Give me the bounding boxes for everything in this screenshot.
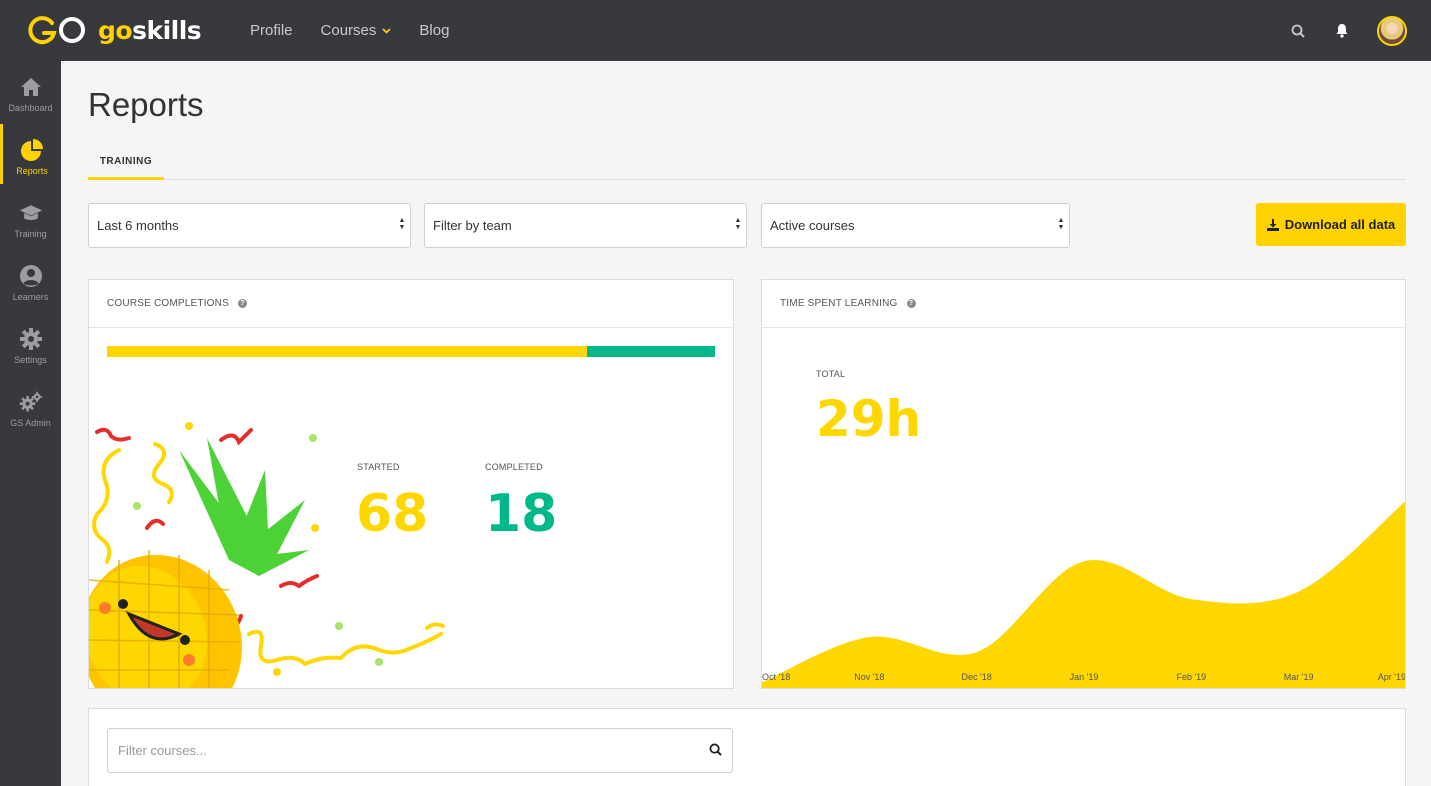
period-select[interactable]: Last 6 months ▲ ▼ xyxy=(88,203,411,248)
nav-courses-label: Courses xyxy=(320,22,377,39)
nav-profile-label: Profile xyxy=(250,22,293,39)
team-select[interactable]: Filter by team ▲ ▼ xyxy=(424,203,747,248)
graduation-cap-icon xyxy=(19,201,43,225)
avatar[interactable] xyxy=(1377,15,1407,46)
sidebar-item-learners[interactable]: Learners xyxy=(0,250,61,310)
progress-completed-segment xyxy=(587,346,715,357)
sidebar-item-dashboard[interactable]: Dashboard xyxy=(0,61,61,121)
x-tick-label: Dec '18 xyxy=(962,672,992,682)
filter-courses-input[interactable]: Filter courses... xyxy=(107,728,733,773)
main-nav: Profile Courses Blog xyxy=(250,0,477,61)
sidebar-item-label: Dashboard xyxy=(8,103,53,113)
search-icon[interactable] xyxy=(1289,22,1307,40)
filter-courses-placeholder: Filter courses... xyxy=(118,743,207,758)
course-completions-header: COURSE COMPLETIONS ? xyxy=(89,280,733,328)
completion-progress-bar xyxy=(107,346,715,357)
completed-label: COMPLETED xyxy=(485,462,543,472)
sidebar-item-label: Training xyxy=(14,229,47,239)
progress-started-segment xyxy=(107,346,587,357)
x-tick-label: Mar '19 xyxy=(1284,672,1314,682)
started-label: STARTED xyxy=(357,462,400,472)
select-arrows-icon: ▲ ▼ xyxy=(1057,217,1065,231)
chevron-down-icon xyxy=(382,27,391,34)
courses-select-value: Active courses xyxy=(770,218,855,233)
sidebar-item-label: GS Admin xyxy=(10,418,51,428)
tab-training[interactable]: TRAINING xyxy=(88,150,164,180)
logo-text-skills: skills xyxy=(132,15,202,45)
logo-icon xyxy=(28,16,85,45)
select-arrows-icon: ▲ ▼ xyxy=(734,217,742,231)
page-title: Reports xyxy=(88,86,204,123)
pie-chart-icon xyxy=(20,138,44,162)
team-select-value: Filter by team xyxy=(433,218,512,233)
sidebar-item-settings[interactable]: Settings xyxy=(0,313,61,373)
help-icon[interactable]: ? xyxy=(906,299,916,308)
sidebar-item-label: Reports xyxy=(16,166,48,176)
x-tick-label: Jan '19 xyxy=(1070,672,1099,682)
user-icon xyxy=(19,264,43,288)
top-right-actions xyxy=(1263,0,1407,61)
time-spent-area-chart: Oct '18 Nov '18 Dec '18 Jan '19 Feb '19 Mar '… xyxy=(762,501,1406,688)
download-all-data-button[interactable]: Download all data xyxy=(1256,203,1406,246)
sidebar: Dashboard Reports Training Learners Sett… xyxy=(0,61,61,786)
help-icon[interactable]: ? xyxy=(237,299,247,308)
x-tick-label: Nov '18 xyxy=(854,672,884,682)
download-icon xyxy=(1266,218,1279,231)
nav-blog-label: Blog xyxy=(419,22,450,39)
course-filter-card: Filter courses... xyxy=(88,708,1406,786)
sidebar-item-reports[interactable]: Reports xyxy=(0,124,61,184)
bell-icon[interactable] xyxy=(1333,22,1351,40)
tab-bar: TRAINING xyxy=(88,150,1406,180)
nav-profile[interactable]: Profile xyxy=(250,22,293,39)
sidebar-item-label: Learners xyxy=(12,292,49,302)
nav-courses[interactable]: Courses xyxy=(321,22,392,39)
period-select-value: Last 6 months xyxy=(97,218,179,233)
x-tick-label: Oct '18 xyxy=(762,672,790,682)
area-series xyxy=(762,501,1405,688)
courses-select[interactable]: Active courses ▲ ▼ xyxy=(761,203,1070,248)
top-bar: goskills Profile Courses Blog xyxy=(0,0,1431,61)
course-completions-title: COURSE COMPLETIONS xyxy=(107,298,229,309)
nav-blog[interactable]: Blog xyxy=(419,22,449,39)
search-icon[interactable] xyxy=(709,743,722,756)
time-spent-title: TIME SPENT LEARNING xyxy=(780,298,898,309)
sidebar-item-training[interactable]: Training xyxy=(0,187,61,247)
sidebar-item-gs-admin[interactable]: GS Admin xyxy=(0,376,61,436)
time-spent-header: TIME SPENT LEARNING ? xyxy=(762,280,1405,328)
gears-icon xyxy=(19,390,43,414)
goskills-logo[interactable]: goskills xyxy=(26,14,202,46)
x-tick-label: Apr '19 xyxy=(1378,672,1406,682)
course-completions-card: COURSE COMPLETIONS ? STARTED 68 COMPLETE… xyxy=(88,279,734,689)
started-value: 68 xyxy=(356,484,429,544)
completed-value: 18 xyxy=(485,484,558,544)
x-tick-label: Feb '19 xyxy=(1176,672,1206,682)
home-icon xyxy=(19,75,43,99)
time-spent-learning-card: TIME SPENT LEARNING ? TOTAL 29h Oct '18 N… xyxy=(761,279,1406,689)
pineapple-mascot-illustration xyxy=(89,422,445,688)
logo-text-go: go xyxy=(98,15,133,45)
download-all-data-label: Download all data xyxy=(1284,217,1396,232)
sidebar-item-label: Settings xyxy=(14,355,47,365)
select-arrows-icon: ▲ ▼ xyxy=(398,217,406,231)
gear-icon xyxy=(19,327,43,351)
